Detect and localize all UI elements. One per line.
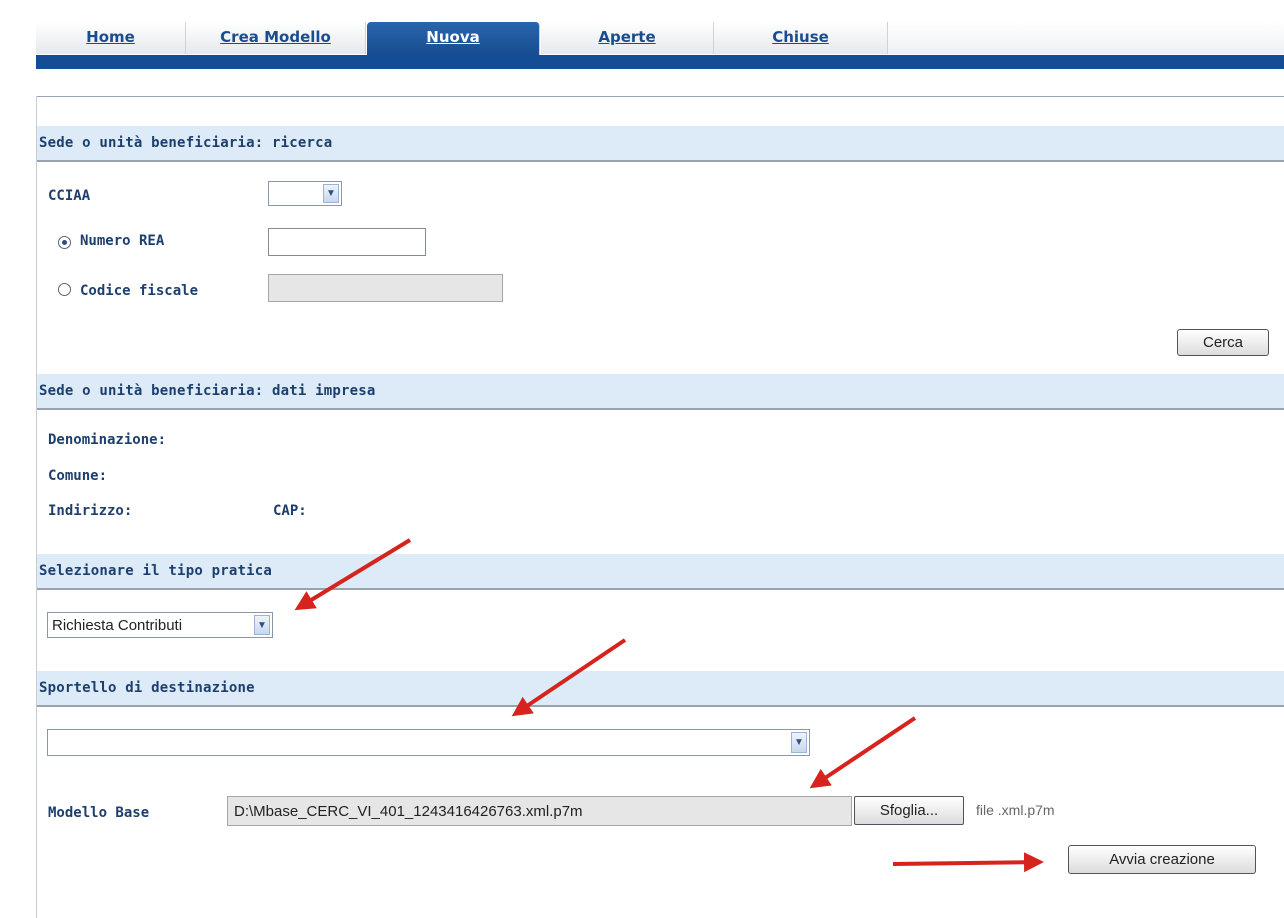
red-arrow-icon (294, 538, 412, 611)
annotation-arrows (294, 538, 1044, 873)
red-arrow-icon (809, 716, 917, 789)
red-arrow-icon (511, 638, 627, 717)
red-arrow-icon (892, 852, 1044, 873)
